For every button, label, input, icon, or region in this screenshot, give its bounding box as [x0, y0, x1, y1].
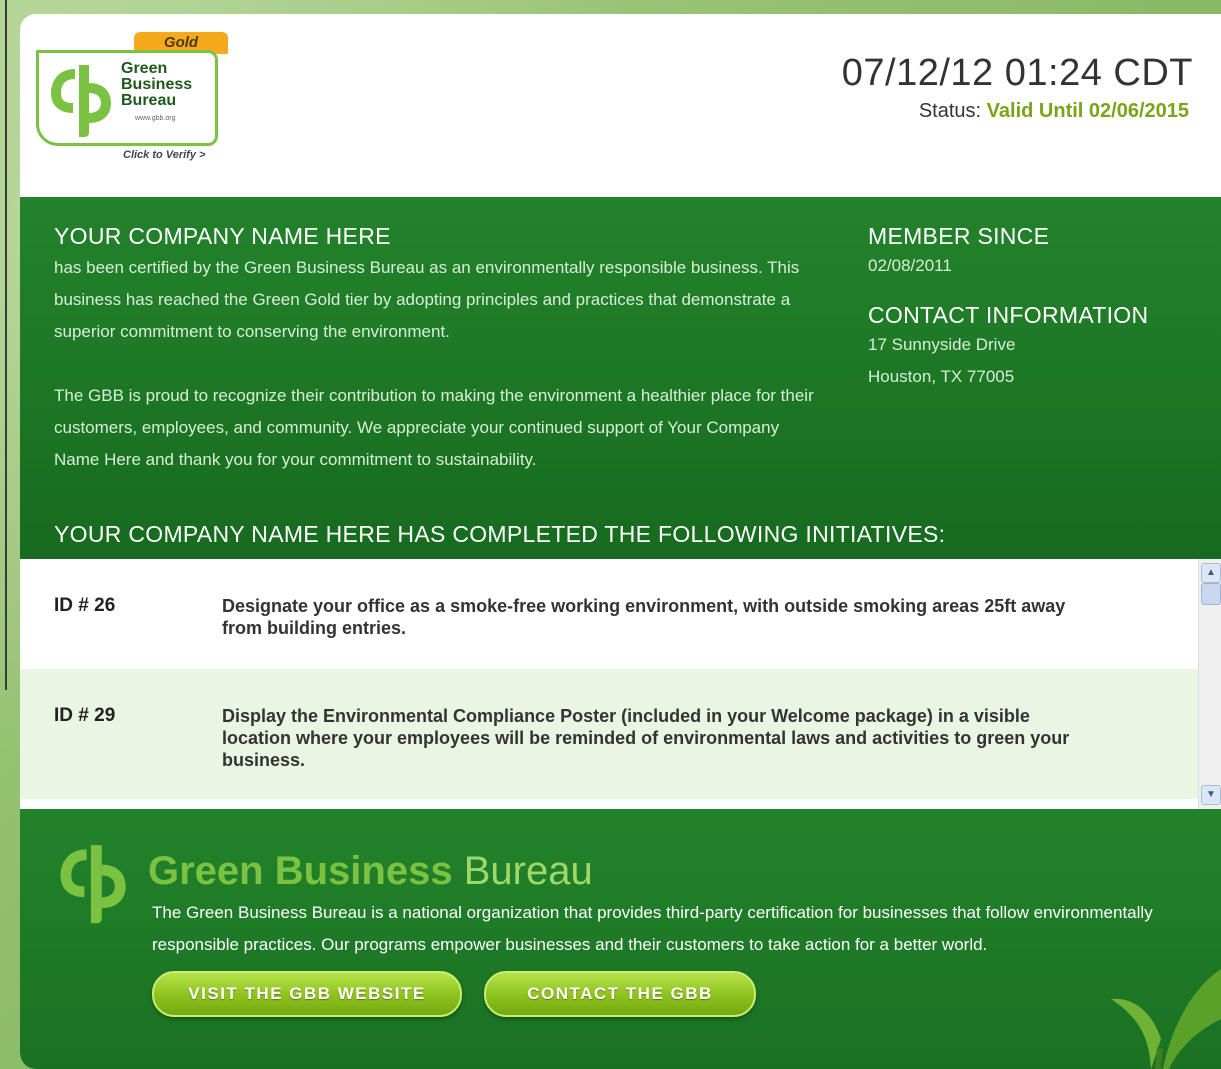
badge-url: www.gbb.org [135, 115, 176, 122]
member-contact-column: MEMBER SINCE 02/08/2011 CONTACT INFORMAT… [868, 223, 1208, 393]
badge-word-business: Business [121, 76, 193, 93]
member-since-date: 02/08/2011 [868, 256, 952, 275]
status-value: Valid Until 02/06/2015 [986, 100, 1189, 122]
initiative-text: Display the Environmental Compliance Pos… [222, 706, 1070, 770]
footer-brand-name: Green Business Bureau [148, 849, 593, 894]
gbb-logo-icon [51, 65, 111, 137]
company-description: has been certified by the Green Business… [54, 252, 814, 508]
certificate-datetime: 07/12/12 01:24 CDT [841, 52, 1193, 94]
contact-address-line-2: Houston, TX 77005 [868, 367, 1015, 386]
description-paragraph-2: The GBB is proud to recognize their cont… [54, 386, 814, 469]
contact-info-heading: CONTACT INFORMATION [868, 302, 1149, 328]
initiative-id: ID # 26 [54, 595, 116, 616]
company-name-heading: YOUR COMPANY NAME HERE [54, 223, 391, 249]
contact-gbb-button[interactable]: CONTACT THE GBB [484, 971, 756, 1017]
certificate-header: Gold Green Business Bureau www.gbb.org C… [20, 14, 1221, 197]
brand-bold-text: Green Business [148, 849, 453, 893]
certificate-status: Status: Valid Until 02/06/2015 [919, 100, 1189, 123]
badge-word-green: Green [121, 60, 168, 77]
company-info-section: YOUR COMPANY NAME HERE has been certifie… [20, 197, 1221, 559]
list-item: ID # 29 Display the Environmental Compli… [20, 669, 1198, 799]
scroll-up-arrow-icon[interactable]: ▲ [1201, 563, 1221, 583]
badge-word-bureau: Bureau [121, 92, 177, 109]
brand-light-text: Bureau [463, 849, 593, 893]
visit-gbb-website-button[interactable]: VISIT THE GBB WEBSITE [152, 971, 462, 1017]
description-paragraph-1: has been certified by the Green Business… [54, 258, 800, 341]
click-to-verify-link[interactable]: Click to Verify > [123, 149, 205, 161]
member-since-heading: MEMBER SINCE [868, 223, 1050, 249]
gbb-footer-logo-icon [60, 845, 126, 924]
list-item: ID # 26 Designate your office as a smoke… [20, 559, 1198, 669]
footer-description: The Green Business Bureau is a national … [152, 903, 1153, 954]
leaf-decoration-icon [1111, 969, 1221, 1069]
window-edge [5, 0, 7, 690]
gbb-footer: Green Business Bureau The Green Business… [20, 809, 1221, 1069]
certificate-card: Gold Green Business Bureau www.gbb.org C… [20, 14, 1221, 1069]
gbb-verify-badge[interactable]: Gold Green Business Bureau www.gbb.org C… [36, 32, 228, 161]
badge-wordmark: Green Business Bureau [121, 61, 192, 109]
vertical-scrollbar[interactable]: ▲ ▼ [1198, 559, 1221, 809]
scroll-down-arrow-icon[interactable]: ▼ [1201, 785, 1221, 805]
initiatives-heading: YOUR COMPANY NAME HERE HAS COMPLETED THE… [54, 521, 946, 547]
initiative-id: ID # 29 [54, 705, 116, 726]
contact-address-line-1: 17 Sunnyside Drive [868, 335, 1016, 354]
status-label: Status: [918, 100, 982, 122]
scroll-thumb[interactable] [1201, 583, 1221, 605]
badge-body: Green Business Bureau www.gbb.org Click … [36, 50, 218, 161]
initiatives-list[interactable]: ID # 26 Designate your office as a smoke… [20, 559, 1221, 809]
initiative-text: Designate your office as a smoke-free wo… [222, 596, 1066, 638]
